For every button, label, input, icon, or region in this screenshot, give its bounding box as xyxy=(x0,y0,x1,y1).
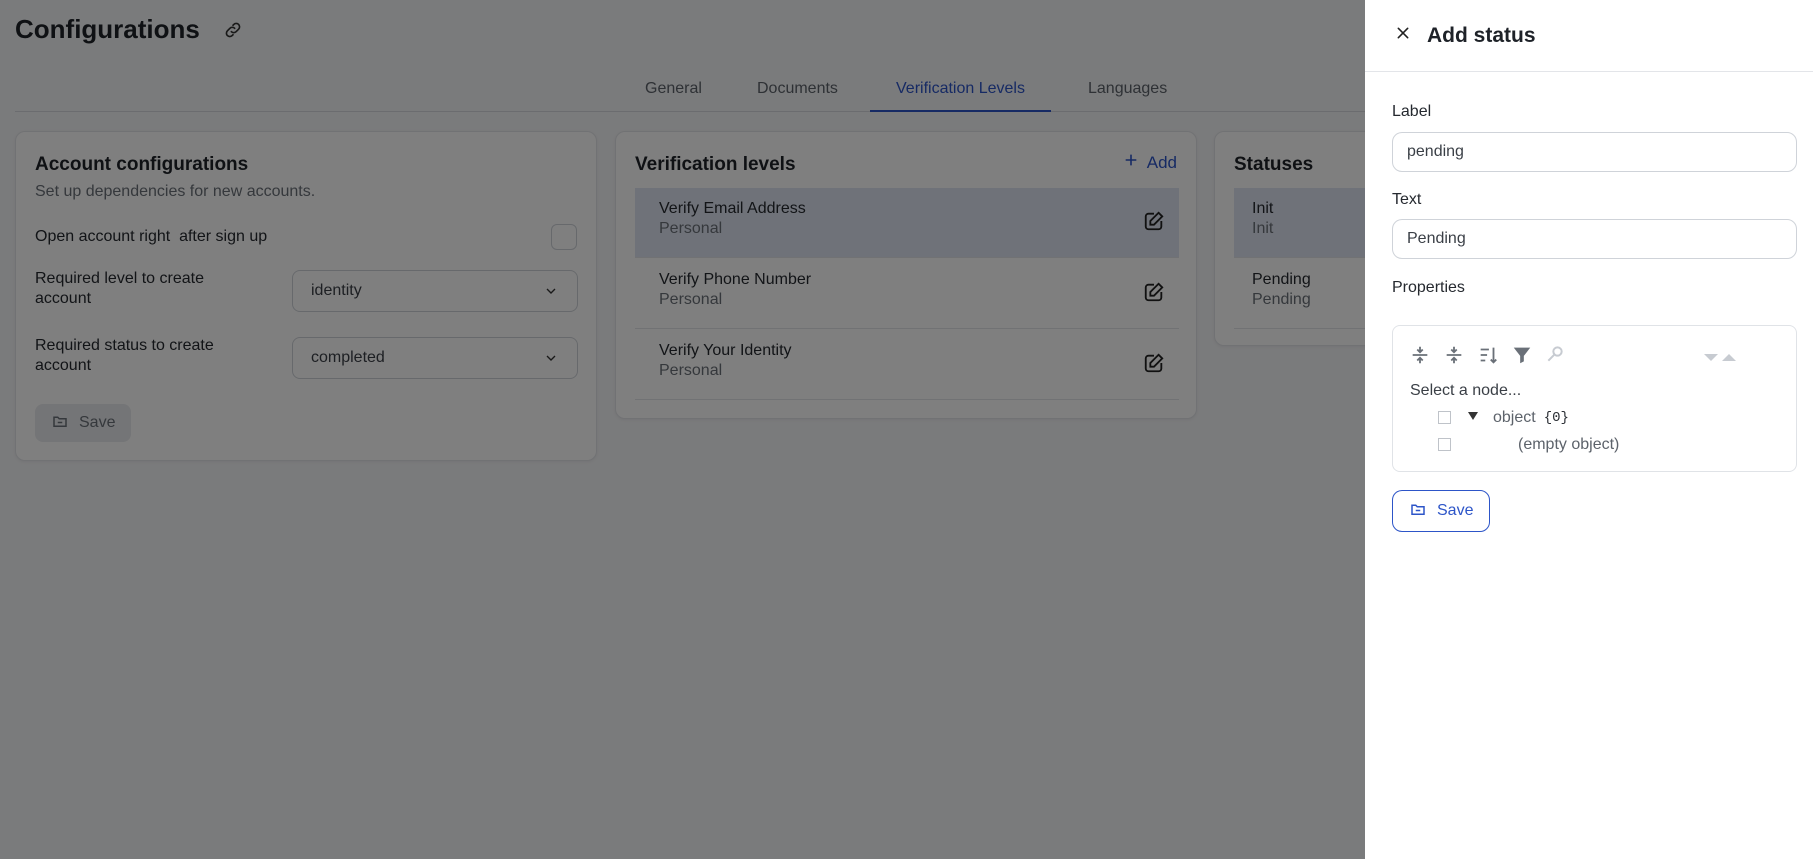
drawer-save-label: Save xyxy=(1437,502,1474,519)
drawer-header: Add status xyxy=(1365,0,1813,72)
json-select-node-hint: Select a node... xyxy=(1410,382,1522,399)
text-field-label: Text xyxy=(1392,191,1422,208)
filter-icon[interactable] xyxy=(1511,344,1533,366)
properties-label: Properties xyxy=(1392,279,1465,296)
search-icon[interactable] xyxy=(1545,344,1565,364)
json-root-count: {0} xyxy=(1543,410,1569,426)
drawer-title: Add status xyxy=(1427,23,1536,47)
json-editor: Select a node... object {0} (empty objec… xyxy=(1392,325,1797,472)
drag-handle-icon[interactable] xyxy=(1438,438,1451,451)
add-status-drawer: Add status Label Text Properties Select … xyxy=(1365,0,1813,859)
json-root-key: object xyxy=(1493,409,1536,426)
sort-icon[interactable] xyxy=(1477,344,1499,366)
expand-all-icon[interactable] xyxy=(1409,344,1431,366)
sort-arrows-icon[interactable] xyxy=(1704,352,1740,362)
text-input[interactable] xyxy=(1392,219,1797,259)
drag-handle-icon[interactable] xyxy=(1438,411,1451,424)
triangle-down-icon[interactable] xyxy=(1467,409,1479,427)
label-input[interactable] xyxy=(1392,132,1797,172)
json-root-node[interactable]: object {0} xyxy=(1467,409,1569,427)
json-empty-node: (empty object) xyxy=(1518,436,1620,453)
save-icon xyxy=(1409,500,1427,523)
label-field-label: Label xyxy=(1392,103,1432,120)
drawer-save-button[interactable]: Save xyxy=(1392,490,1491,532)
close-icon[interactable] xyxy=(1395,25,1411,46)
collapse-all-icon[interactable] xyxy=(1443,344,1465,366)
